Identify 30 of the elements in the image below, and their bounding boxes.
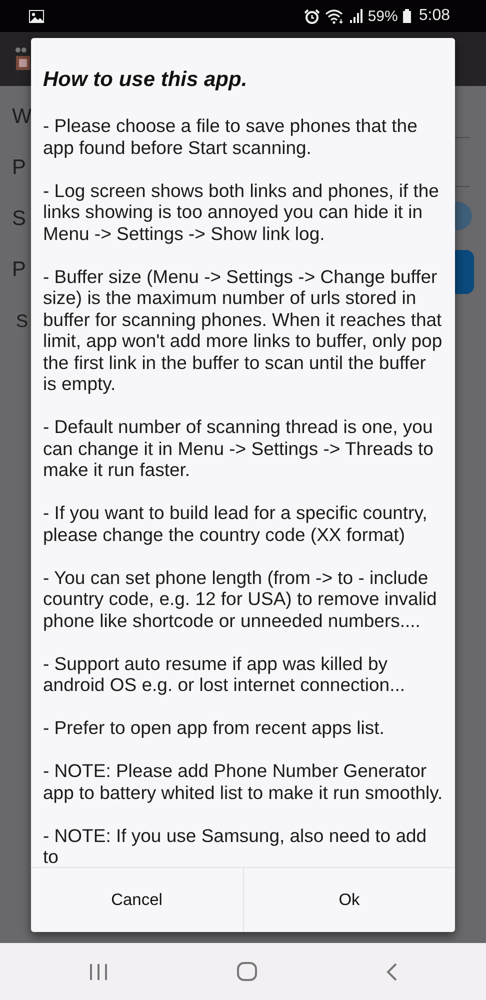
form-label: S (16, 310, 28, 333)
instruction-text: - Log screen shows both links and phones, if the links showing is too annoyed you can hide it in Menu -> Settings -> Show link log. (43, 180, 440, 244)
dialog-button[interactable]: Ok (242, 868, 455, 932)
image-icon (29, 10, 44, 22)
dialog-title: How to use this app. (42, 67, 248, 92)
signal-icon (350, 9, 363, 23)
instruction-text: - NOTE: Please add Phone Number Generator app to battery whited list to make it run smoothly. (43, 760, 443, 803)
battery-percent: 59% (368, 8, 398, 24)
instruction-text: - Prefer to open app from recent apps list. (43, 717, 386, 738)
home-icon[interactable] (236, 962, 257, 981)
action-button[interactable] (455, 250, 474, 294)
app-logo-icon (14, 46, 32, 72)
instruction-text: - Default number of scanning thread is one, you can change it in Menu -> Settings -> Threads to make it run faster. (43, 416, 434, 480)
instruction-text: - NOTE: If you use Samsung, also need to add to (43, 824, 428, 867)
instruction-text: - If you want to build lead for a specific country, please change the country code (XX format) (43, 502, 428, 545)
wifi-icon (324, 8, 345, 24)
form-label: P (12, 155, 26, 181)
form-label: S (12, 206, 26, 232)
back-icon[interactable] (386, 962, 397, 980)
alarm-icon (304, 8, 320, 24)
dialog-button[interactable]: Cancel (31, 868, 242, 932)
instruction-text: - Support auto resume if app was killed by android OS e.g. or lost internet connection... (43, 652, 406, 696)
recent-apps-icon[interactable] (89, 962, 108, 980)
instruction-text: - Buffer size (Menu -> Settings -> Change buffer size) is the maximum number of urls stored in buffer for scanning phones. When it reaches that limit, app won't add more links to buffer, only pop the first link in the buffer to scan until the buffer is empty. (43, 266, 443, 394)
instruction-text: - You can set phone length (from -> to - include country code, e.g. 12 for USA) to remove invalid phone like shortcode or unneeded numbers.... (43, 566, 438, 631)
form-label: W (12, 104, 32, 130)
form-label: P (12, 257, 26, 283)
instruction-text: - Please choose a file to save phones that the app found before Start scanning. (43, 115, 418, 158)
battery-icon (402, 9, 411, 23)
clock-time: 5:08 (418, 7, 450, 25)
